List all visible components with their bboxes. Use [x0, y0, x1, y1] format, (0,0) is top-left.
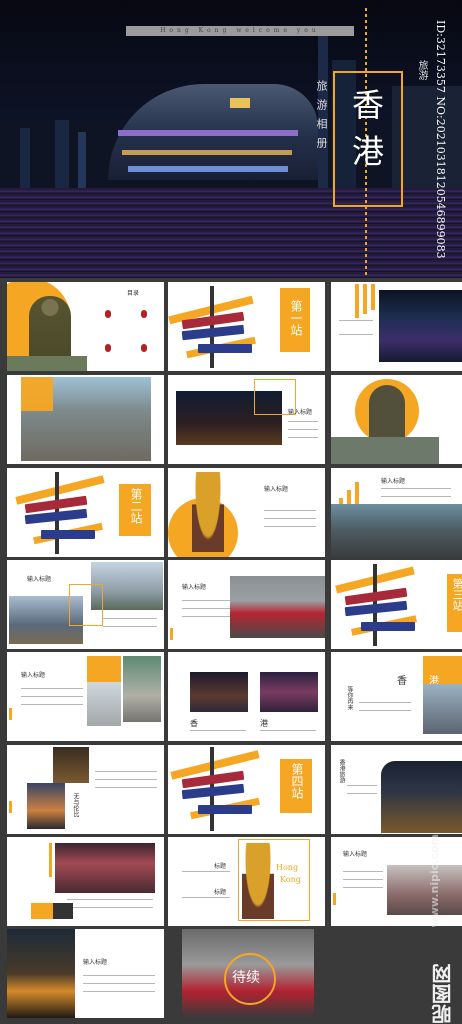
sunset-photo [27, 783, 65, 829]
gang-label: 港 [260, 719, 268, 728]
cover-sub-small: 旅游 [416, 60, 427, 80]
night-sky-photo [53, 747, 89, 783]
slide-station-3: 第三站 [331, 560, 462, 649]
slide-toc: 目录 [7, 282, 164, 371]
slide-tbc: 待续 [182, 929, 314, 1018]
toc-title: 目录 [127, 290, 140, 297]
station-3-label: 第三站 [451, 578, 462, 611]
slide-bauhinia-2: 标题 标题 Hong Kong [168, 837, 325, 926]
slide-station-1: 第一站 [168, 282, 325, 371]
kong-label: Kong [280, 875, 301, 884]
slide-input-1: 输入标题 [168, 375, 325, 464]
slide-night-street [7, 837, 164, 926]
street-sign [174, 747, 256, 831]
hk-vertical-label: 香港旅游 [338, 759, 345, 783]
cover-title: 香 港 [347, 88, 385, 169]
slide-night-1: 无与伦比 [7, 745, 164, 834]
lantern-street-photo [7, 929, 75, 1018]
harbour-photo [379, 290, 462, 362]
watermark-brand: 昵图网 [431, 964, 455, 1024]
input-title: 输入标题 [21, 672, 46, 679]
input-title: 输入标题 [381, 478, 406, 485]
hong-label: Hong [276, 863, 299, 872]
input-title: 输入标题 [288, 409, 313, 416]
buddha-statue [369, 385, 405, 443]
xiang-label: 香 [190, 719, 198, 728]
input-title: 输入标题 [343, 851, 368, 858]
city-photo [423, 684, 462, 734]
slide-buddha [331, 375, 462, 464]
slide-input-3: 输入标题 [168, 560, 325, 649]
street-sign [337, 564, 419, 646]
biaoti-label-2: 标题 [214, 889, 227, 896]
input-title: 输入标题 [182, 584, 207, 591]
slide-skyline [7, 375, 164, 464]
street-sign [174, 286, 256, 368]
slide-lantern: 输入标题 [7, 929, 164, 1018]
slide-night-2: 香港旅游 [331, 745, 462, 834]
street-sign [19, 472, 101, 554]
slide-3 [331, 282, 462, 371]
slide-bauhinia: 输入标题 [168, 468, 325, 557]
station-2-label: 第二站 [129, 488, 143, 524]
golden-bauhinia-statue [192, 472, 224, 552]
slide-hk: 香 港 等你再来 [331, 652, 462, 741]
station-4-label: 第四站 [290, 763, 304, 799]
building-photo [87, 682, 121, 726]
lit-tower-photo [381, 761, 462, 833]
neon-street-photo [55, 843, 155, 893]
neon-street-photo [260, 672, 318, 712]
tbc-label: 待续 [232, 970, 260, 986]
road-photo [331, 504, 462, 557]
xiang-label: 香 [397, 676, 407, 687]
slide-station-4: 第四站 [168, 745, 325, 834]
watermark-url: www.nipic.com [428, 834, 441, 928]
slide-input-2: 输入标题 [7, 560, 164, 649]
taxi-photo [230, 576, 325, 638]
station-1-label: 第一站 [289, 300, 303, 336]
biaoti-label: 标题 [214, 863, 227, 870]
slide-station-2: 第二站 [7, 468, 164, 557]
input-title: 输入标题 [83, 959, 108, 966]
golden-bauhinia-statue [242, 843, 274, 919]
street-photo [387, 865, 462, 915]
cover-sub-vertical: 旅游相册 [315, 80, 328, 156]
buddha-statue [29, 296, 71, 360]
slide-input-4: 输入标题 [7, 652, 164, 741]
cover-slide: Hong Kong welcome you 香 港 旅游 旅游相册 ID:321… [0, 0, 462, 278]
slide-input-5: 输入标题 [331, 837, 462, 926]
slide-road: 输入标题 [331, 468, 462, 557]
cover-id-text: ID:32173357 NO:20210318120546899083 [434, 20, 447, 259]
input-title: 输入标题 [27, 576, 52, 583]
slide-xiang-gang: 香 港 [168, 652, 325, 741]
street-photo [123, 656, 161, 722]
wudaodi-label: 无与伦比 [72, 793, 79, 817]
dengnizailai-label: 等你再来 [346, 686, 353, 710]
cover-tagline: Hong Kong welcome you [126, 26, 354, 36]
night-market-photo [190, 672, 248, 712]
input-title: 输入标题 [264, 486, 289, 493]
